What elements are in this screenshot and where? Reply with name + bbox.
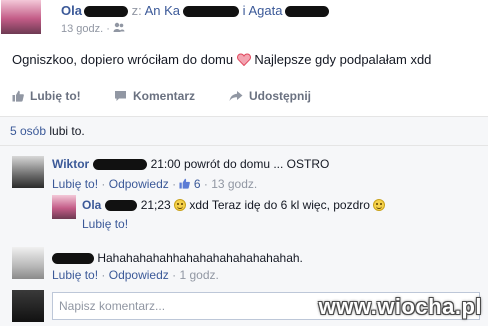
dot-separator: · [106, 23, 110, 35]
reply-meta: Lubię to! [82, 217, 128, 231]
comment-text: Hahahahahahhahahahahahahahahah. [97, 251, 303, 265]
redacted-surname [93, 159, 148, 171]
redacted-author [52, 253, 94, 265]
site-watermark: www.wiocha.pl [318, 294, 482, 319]
comment-body: Wiktor 21:00 powrót do domu ... OSTRO [52, 157, 329, 171]
likes-count-link[interactable]: 5 osób [10, 124, 46, 138]
comment-reply-link[interactable]: Odpowiedz [109, 177, 169, 191]
reply-text-time: 21;23 [140, 198, 171, 212]
post-text: Ogniszkoo, dopiero wróciłam do domu Najl… [12, 52, 431, 67]
redacted-surname [285, 6, 330, 18]
post-text-part-1: Ogniszkoo, dopiero wróciłam do domu [12, 52, 234, 67]
redacted-surname [83, 6, 128, 18]
comment-avatar[interactable] [12, 247, 44, 279]
post-text-part-2: Najlepsze gdy podpalałam xdd [254, 52, 432, 67]
likes-divider [0, 145, 488, 146]
comment-meta: Lubię to! · Odpowiedz · 6 · 13 godz. [52, 177, 258, 191]
post-header: Ola z: An Ka i Agata [61, 3, 330, 18]
thumbs-up-icon [179, 177, 191, 191]
current-user-avatar [12, 290, 44, 322]
post-author-name[interactable]: Ola [61, 3, 82, 18]
comment-label: Komentarz [133, 89, 196, 103]
smile-emoji-icon [174, 199, 187, 211]
reply-text: xdd Teraz idę do 6 kl więc, pozdro [189, 198, 370, 212]
redacted-surname [105, 200, 138, 212]
reply-author[interactable]: Ola [82, 198, 101, 212]
comment-text: 21:00 powrót do domu ... OSTRO [150, 157, 330, 171]
comment-likes-count[interactable]: 6 [194, 177, 201, 191]
likes-suffix: lubi to. [49, 124, 85, 138]
comment-like-link[interactable]: Lubię to! [52, 268, 98, 282]
friends-icon[interactable] [113, 22, 125, 35]
post-author-avatar[interactable] [1, 0, 41, 34]
post-time[interactable]: 13 godz. [61, 23, 103, 35]
with-prefix: z: [131, 3, 142, 18]
comment-reply-link[interactable]: Odpowiedz [109, 268, 169, 282]
comment-meta: Lubię to! · Odpowiedz · 1 godz. [52, 268, 219, 282]
comment-author[interactable]: Wiktor [52, 157, 89, 171]
comment-like-link[interactable]: Lubię to! [52, 177, 98, 191]
share-button[interactable]: Udostępnij [229, 83, 311, 109]
share-icon [229, 91, 243, 101]
tagged-friend-2[interactable]: i Agata [243, 3, 283, 18]
post-action-bar: Lubię to! Komentarz Udostępnij [0, 83, 488, 109]
post-meta: 13 godz. · [61, 22, 125, 35]
reply-like-link[interactable]: Lubię to! [82, 217, 128, 231]
comment-time[interactable]: 13 godz. [211, 177, 257, 191]
like-label: Lubię to! [30, 89, 81, 103]
comment-time[interactable]: 1 godz. [179, 268, 218, 282]
comment-body: Hahahahahahhahahahahahahahahah. [52, 251, 303, 265]
tagged-friend-1[interactable]: An Ka [145, 3, 180, 18]
comment-button[interactable]: Komentarz [114, 83, 195, 109]
like-button[interactable]: Lubię to! [12, 83, 81, 109]
comment-avatar[interactable] [12, 156, 44, 188]
redacted-surname [183, 6, 240, 18]
share-label: Udostępnij [249, 89, 311, 103]
likes-summary: 5 osób lubi to. [10, 124, 85, 138]
thumbs-up-icon [12, 90, 24, 102]
smile-emoji-icon [373, 199, 386, 211]
reply-avatar[interactable] [52, 195, 76, 219]
reply-body: Ola 21;23 xdd Teraz idę do 6 kl więc, po… [82, 198, 386, 212]
comment-icon [115, 91, 126, 101]
heart-icon [236, 52, 255, 67]
